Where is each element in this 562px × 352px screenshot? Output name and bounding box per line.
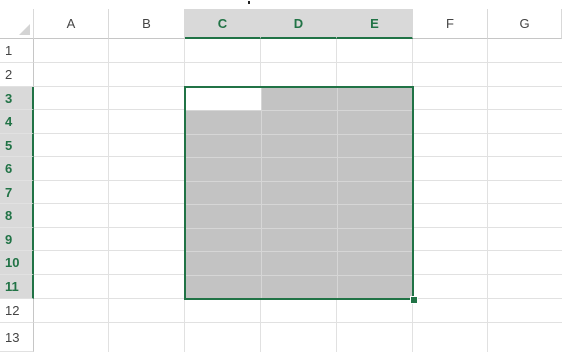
row-header-4[interactable]: 4: [0, 110, 34, 134]
column-header-c[interactable]: C: [185, 9, 261, 39]
spreadsheet-grid: A B C D E F G 1 2 3 4 5 6 7 8 9 10 11 12…: [0, 0, 562, 352]
row-header-11[interactable]: 11: [0, 275, 34, 299]
selection-border: [184, 86, 414, 300]
row-header-3[interactable]: 3: [0, 87, 34, 110]
row-header-12[interactable]: 12: [0, 299, 34, 323]
column-header-e[interactable]: E: [337, 9, 413, 39]
select-all-button[interactable]: [0, 9, 34, 39]
row-header-2[interactable]: 2: [0, 63, 34, 87]
column-header-b[interactable]: B: [109, 9, 185, 39]
row-header-10[interactable]: 10: [0, 251, 34, 275]
fill-handle[interactable]: [410, 296, 418, 304]
gridline: [34, 322, 562, 323]
row-header-13[interactable]: 13: [0, 323, 34, 352]
gridline: [34, 62, 562, 63]
row-header-8[interactable]: 8: [0, 204, 34, 228]
column-header-d[interactable]: D: [261, 9, 337, 39]
row-header-9[interactable]: 9: [0, 228, 34, 251]
row-header-1[interactable]: 1: [0, 39, 34, 63]
row-header-7[interactable]: 7: [0, 181, 34, 204]
column-header-g[interactable]: G: [488, 9, 562, 39]
row-header-5[interactable]: 5: [0, 134, 34, 157]
column-header-a[interactable]: A: [34, 9, 109, 39]
column-header-f[interactable]: F: [413, 9, 488, 39]
cursor-mark: [248, 1, 250, 4]
select-all-triangle-icon: [19, 24, 30, 35]
row-header-6[interactable]: 6: [0, 157, 34, 181]
